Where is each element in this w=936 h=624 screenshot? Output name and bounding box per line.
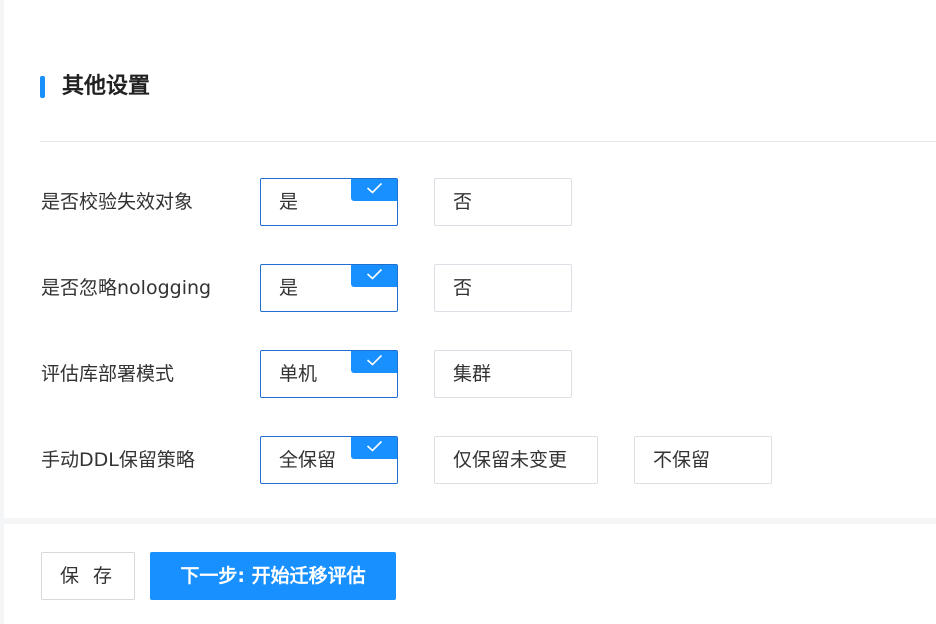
setting-label-deploy-mode: 评估库部署模式	[41, 363, 175, 385]
option-label: 是	[279, 191, 299, 213]
check-icon	[351, 179, 397, 201]
option-label: 否	[453, 191, 473, 213]
option-label: 不保留	[653, 449, 711, 471]
option-label: 否	[453, 277, 473, 299]
option-check-invalid-no[interactable]: 否	[434, 178, 572, 226]
option-label: 单机	[279, 363, 318, 385]
footer-bar: 保 存 下一步: 开始迁移评估	[4, 524, 936, 624]
option-ddl-retain-all[interactable]: 全保留	[260, 436, 398, 484]
option-ddl-retain-unchanged[interactable]: 仅保留未变更	[434, 436, 598, 484]
section-title: 其他设置	[62, 74, 151, 99]
section-divider	[40, 141, 936, 142]
save-button[interactable]: 保 存	[41, 552, 135, 600]
setting-label-check-invalid-objects: 是否校验失效对象	[41, 191, 194, 213]
next-step-button[interactable]: 下一步: 开始迁移评估	[150, 552, 396, 600]
option-label: 仅保留未变更	[453, 449, 568, 471]
option-label: 集群	[453, 363, 492, 385]
check-icon	[351, 265, 397, 287]
setting-label-ddl-retention: 手动DDL保留策略	[41, 449, 195, 471]
settings-panel: 其他设置 是否校验失效对象 是 否 是否忽略nologging 是 否 评估库部…	[4, 0, 936, 518]
section-accent-bar	[40, 76, 45, 98]
option-label: 全保留	[279, 449, 337, 471]
option-deploy-mode-cluster[interactable]: 集群	[434, 350, 572, 398]
option-ddl-retain-none[interactable]: 不保留	[634, 436, 772, 484]
option-check-invalid-yes[interactable]: 是	[260, 178, 398, 226]
check-icon	[351, 351, 397, 373]
setting-label-ignore-nologging: 是否忽略nologging	[41, 277, 212, 299]
option-ignore-nologging-yes[interactable]: 是	[260, 264, 398, 312]
option-label: 是	[279, 277, 299, 299]
option-deploy-mode-standalone[interactable]: 单机	[260, 350, 398, 398]
option-ignore-nologging-no[interactable]: 否	[434, 264, 572, 312]
check-icon	[351, 437, 397, 459]
